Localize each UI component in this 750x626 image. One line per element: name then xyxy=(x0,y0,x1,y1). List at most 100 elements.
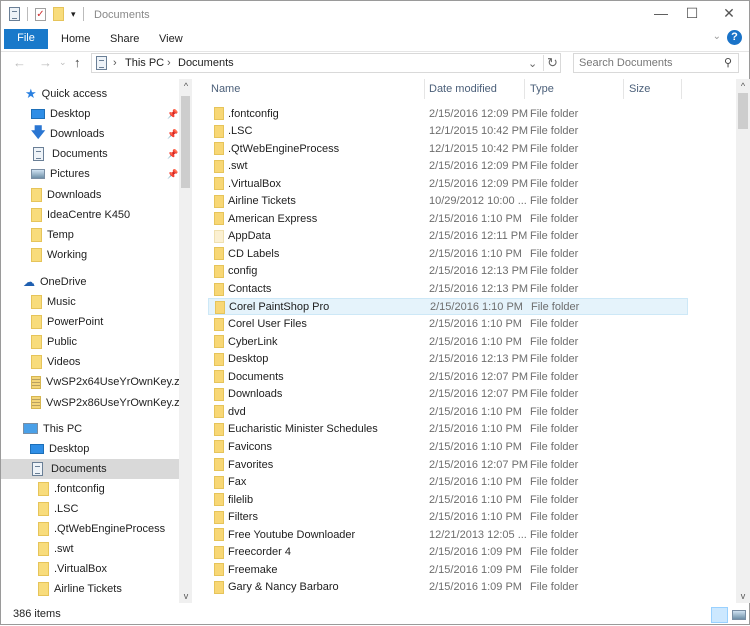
address-bar[interactable]: › This PC › Documents ⌄ ↻ xyxy=(91,53,561,73)
file-row[interactable]: Documents 2/15/2016 12:07 PM File folder xyxy=(208,368,688,385)
nav-item[interactable]: .fontconfig xyxy=(1,479,179,499)
nav-item[interactable]: 🡇 Downloads 📌 xyxy=(1,124,179,144)
file-row[interactable]: dvd 2/15/2016 1:10 PM File folder xyxy=(208,403,688,420)
file-row[interactable]: Favorites 2/15/2016 12:07 PM File folder xyxy=(208,456,688,473)
large-icons-view-button[interactable] xyxy=(730,607,747,623)
file-row[interactable]: Contacts 2/15/2016 12:13 PM File folder xyxy=(208,281,688,298)
breadcrumb-documents[interactable]: Documents xyxy=(178,57,234,69)
nav-item[interactable]: Airline Tickets xyxy=(1,579,179,599)
file-row[interactable]: Fax 2/15/2016 1:10 PM File folder xyxy=(208,474,688,491)
address-dropdown-icon[interactable]: ⌄ xyxy=(528,57,537,70)
close-button[interactable]: ✕ xyxy=(714,5,744,22)
nav-item[interactable]: .LSC xyxy=(1,499,179,519)
tab-share[interactable]: Share xyxy=(110,33,139,45)
column-name[interactable]: Name xyxy=(211,83,240,103)
file-date-modified: 2/15/2016 12:09 PM xyxy=(429,177,529,190)
file-row[interactable]: Freemake 2/15/2016 1:09 PM File folder xyxy=(208,561,688,578)
pin-icon[interactable]: 📌 xyxy=(167,109,178,120)
file-row[interactable]: Downloads 2/15/2016 12:07 PM File folder xyxy=(208,386,688,403)
file-row[interactable]: .LSC 12/1/2015 10:42 PM File folder xyxy=(208,123,688,140)
search-input[interactable]: Search Documents ⚲ xyxy=(573,53,739,73)
nav-item[interactable]: Videos xyxy=(1,352,179,372)
nav-item[interactable]: .QtWebEngineProcess xyxy=(1,519,179,539)
pin-icon[interactable]: 📌 xyxy=(167,169,178,180)
back-button[interactable]: ← xyxy=(13,55,26,70)
nav-scrollbar[interactable]: ^ v xyxy=(179,79,192,603)
file-row[interactable]: Free Youtube Downloader 12/21/2013 12:05 … xyxy=(208,526,688,543)
nav-item[interactable]: VwSP2x86UseYrOwnKey.zip xyxy=(1,393,188,413)
file-row[interactable]: .swt 2/15/2016 12:09 PM File folder xyxy=(208,158,688,175)
nav-item[interactable]: VwSP2x64UseYrOwnKey.zip xyxy=(1,372,188,392)
nav-item[interactable]: IdeaCentre K450 xyxy=(1,205,179,225)
nav-item[interactable]: Documents xyxy=(1,458,179,479)
nav-item[interactable]: Music xyxy=(1,292,179,312)
nav-quick-access[interactable]: ★ Quick access xyxy=(1,84,179,104)
nav-item[interactable]: Public xyxy=(1,332,179,352)
nav-item[interactable]: Downloads xyxy=(1,185,179,205)
file-row[interactable]: Favicons 2/15/2016 1:10 PM File folder xyxy=(208,438,688,455)
nav-item[interactable]: Documents 📌 xyxy=(1,144,179,164)
file-tab[interactable]: File xyxy=(4,29,48,49)
nav-this-pc[interactable]: This PC xyxy=(1,419,179,439)
details-view-button[interactable] xyxy=(711,607,728,623)
file-row[interactable]: AppData 2/15/2016 12:11 PM File folder xyxy=(208,228,688,245)
pin-icon[interactable]: 📌 xyxy=(167,149,178,160)
new-folder-icon[interactable] xyxy=(53,7,64,21)
up-button[interactable]: ↑ xyxy=(74,55,81,70)
file-row[interactable]: Freecorder 4 2/15/2016 1:09 PM File folder xyxy=(208,544,688,561)
nav-item-label: .QtWebEngineProcess xyxy=(54,523,166,536)
nav-item[interactable]: .swt xyxy=(1,539,179,559)
nav-item[interactable]: Temp xyxy=(1,225,179,245)
nav-item[interactable]: Desktop xyxy=(1,439,179,459)
file-list-scrollbar-thumb[interactable] xyxy=(738,93,748,129)
refresh-icon[interactable]: ↻ xyxy=(543,55,558,71)
file-row[interactable]: .VirtualBox 2/15/2016 12:09 PM File folder xyxy=(208,175,688,192)
file-row[interactable]: Desktop 2/15/2016 12:13 PM File folder xyxy=(208,351,688,368)
recent-locations-button[interactable]: ⌄ xyxy=(59,57,67,68)
file-row[interactable]: Corel User Files 2/15/2016 1:10 PM File fo… xyxy=(208,316,688,333)
tab-home[interactable]: Home xyxy=(61,33,90,45)
file-row[interactable]: .QtWebEngineProcess 12/1/2015 10:42 PM Fil… xyxy=(208,140,688,157)
column-divider[interactable] xyxy=(524,79,525,99)
scroll-up-icon[interactable]: ^ xyxy=(179,81,193,91)
help-icon[interactable]: ? xyxy=(727,30,742,45)
customize-toolbar-icon[interactable]: ▾ xyxy=(71,9,76,20)
nav-item[interactable]: Pictures 📌 xyxy=(1,164,179,184)
maximize-button[interactable]: ☐ xyxy=(677,5,707,22)
file-row[interactable]: filelib 2/15/2016 1:10 PM File folder xyxy=(208,491,688,508)
properties-icon[interactable]: ✓ xyxy=(35,7,46,21)
scroll-down-icon[interactable]: v xyxy=(736,591,750,601)
column-divider[interactable] xyxy=(623,79,624,99)
forward-button[interactable]: → xyxy=(39,55,52,70)
column-type[interactable]: Type xyxy=(530,83,554,103)
nav-scrollbar-thumb[interactable] xyxy=(181,96,190,188)
pin-icon[interactable]: 📌 xyxy=(167,129,178,140)
file-row[interactable]: Airline Tickets 10/29/2012 10:00 ... File … xyxy=(208,193,688,210)
file-row[interactable]: CD Labels 2/15/2016 1:10 PM File folder xyxy=(208,245,688,262)
column-divider[interactable] xyxy=(424,79,425,99)
tab-view[interactable]: View xyxy=(159,33,183,45)
file-row[interactable]: .fontconfig 2/15/2016 12:09 PM File folder xyxy=(208,105,688,122)
column-size[interactable]: Size xyxy=(629,83,650,103)
nav-item[interactable]: .VirtualBox xyxy=(1,559,179,579)
nav-item[interactable]: PowerPoint xyxy=(1,312,179,332)
column-divider[interactable] xyxy=(681,79,682,99)
minimize-button[interactable]: — xyxy=(646,5,676,21)
file-row[interactable]: Eucharistic Minister Schedules 2/15/2016 … xyxy=(208,421,688,438)
scroll-down-icon[interactable]: v xyxy=(179,591,193,601)
file-row[interactable]: American Express 2/15/2016 1:10 PM File fo… xyxy=(208,210,688,227)
collapse-ribbon-icon[interactable]: ⌄ xyxy=(713,31,721,42)
nav-item[interactable]: Working xyxy=(1,245,179,265)
scroll-up-icon[interactable]: ^ xyxy=(736,81,750,91)
file-list-scrollbar[interactable]: ^ v xyxy=(736,79,750,603)
file-row[interactable]: Filters 2/15/2016 1:10 PM File folder xyxy=(208,509,688,526)
nav-item[interactable]: Desktop 📌 xyxy=(1,104,179,124)
file-date-modified: 2/15/2016 1:10 PM xyxy=(429,511,522,524)
breadcrumb-this-pc[interactable]: This PC xyxy=(125,57,164,69)
column-date-modified[interactable]: Date modified xyxy=(429,83,497,103)
nav-onedrive[interactable]: ☁ OneDrive xyxy=(1,272,179,292)
file-row[interactable]: Gary & Nancy Barbaro 2/15/2016 1:09 PM Fil… xyxy=(208,579,688,596)
file-row[interactable]: CyberLink 2/15/2016 1:10 PM File folder xyxy=(208,333,688,350)
file-row[interactable]: config 2/15/2016 12:13 PM File folder xyxy=(208,263,688,280)
file-row[interactable]: Corel PaintShop Pro 2/15/2016 1:10 PM File… xyxy=(208,298,688,316)
